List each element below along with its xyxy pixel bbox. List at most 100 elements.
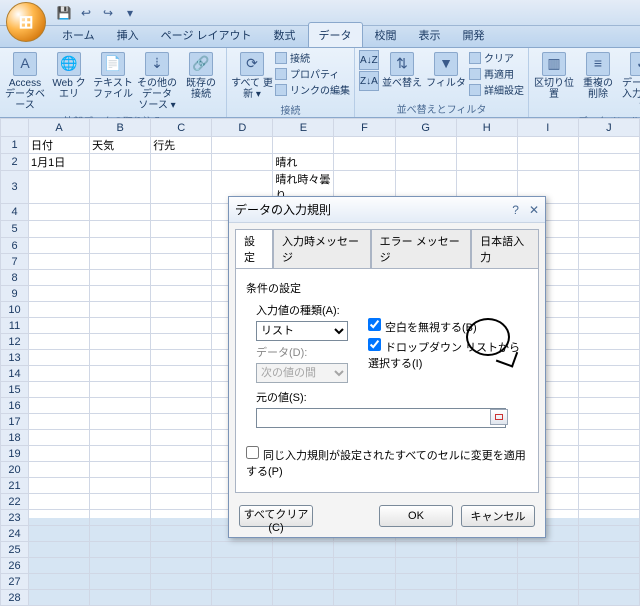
cell[interactable] — [90, 204, 151, 221]
cell[interactable] — [90, 302, 151, 318]
dlg-tab-input-message[interactable]: 入力時メッセージ — [273, 229, 371, 268]
cell[interactable] — [90, 462, 151, 478]
column-header[interactable]: D — [212, 119, 273, 137]
cell[interactable] — [29, 286, 90, 302]
cell[interactable] — [212, 590, 273, 606]
help-icon[interactable]: ? — [512, 203, 519, 217]
cell[interactable] — [578, 526, 639, 542]
cell[interactable] — [151, 430, 212, 446]
cell[interactable] — [395, 542, 456, 558]
cell[interactable] — [29, 270, 90, 286]
dlg-tab-error-alert[interactable]: エラー メッセージ — [371, 229, 471, 268]
cell[interactable] — [90, 254, 151, 270]
row-header[interactable]: 6 — [1, 238, 29, 254]
cell[interactable] — [578, 590, 639, 606]
cell[interactable] — [578, 414, 639, 430]
existing-connections-button[interactable]: 🔗既存の 接続 — [180, 50, 222, 102]
cell[interactable]: 1月1日 — [29, 154, 90, 171]
row-header[interactable]: 12 — [1, 334, 29, 350]
cell[interactable] — [517, 574, 578, 590]
data-validation-button[interactable]: ✓データの 入力規則 ▾ — [621, 50, 640, 113]
cell[interactable] — [151, 204, 212, 221]
cell[interactable] — [578, 574, 639, 590]
row-header[interactable]: 9 — [1, 286, 29, 302]
cell[interactable] — [29, 382, 90, 398]
cell[interactable] — [517, 154, 578, 171]
cell[interactable] — [29, 366, 90, 382]
cell[interactable] — [90, 350, 151, 366]
cell[interactable] — [578, 382, 639, 398]
cancel-button[interactable]: キャンセル — [461, 505, 535, 527]
row-header[interactable]: 27 — [1, 574, 29, 590]
column-header[interactable]: A — [29, 119, 90, 137]
row-header[interactable]: 19 — [1, 446, 29, 462]
column-header[interactable]: I — [517, 119, 578, 137]
from-access-button[interactable]: AAccess データベース — [4, 50, 46, 113]
cell[interactable] — [90, 154, 151, 171]
cell[interactable] — [456, 137, 517, 154]
filter-button[interactable]: ▼フィルタ — [425, 50, 467, 91]
cell[interactable] — [151, 302, 212, 318]
cell[interactable] — [151, 350, 212, 366]
cell[interactable] — [90, 318, 151, 334]
cell[interactable]: 日付 — [29, 137, 90, 154]
tab-pagelayout[interactable]: ページ レイアウト — [151, 23, 262, 47]
row-header[interactable]: 17 — [1, 414, 29, 430]
cell[interactable] — [212, 558, 273, 574]
cell[interactable] — [151, 542, 212, 558]
column-header[interactable]: E — [273, 119, 334, 137]
row-header[interactable]: 15 — [1, 382, 29, 398]
close-icon[interactable]: ✕ — [529, 203, 539, 217]
refresh-all-button[interactable]: ⟳すべて 更新 ▾ — [231, 50, 273, 102]
text-to-columns-button[interactable]: ▥区切り位置 — [533, 50, 575, 102]
row-header[interactable]: 10 — [1, 302, 29, 318]
cell[interactable] — [151, 574, 212, 590]
cell[interactable] — [456, 154, 517, 171]
cell[interactable] — [151, 334, 212, 350]
row-header[interactable]: 5 — [1, 221, 29, 238]
cell[interactable] — [212, 137, 273, 154]
sort-button[interactable]: ⇅並べ替え — [381, 50, 423, 91]
cell[interactable] — [29, 526, 90, 542]
cell[interactable] — [151, 171, 212, 204]
cell[interactable] — [29, 462, 90, 478]
allow-select[interactable]: リスト — [256, 321, 348, 341]
cell[interactable] — [151, 398, 212, 414]
cell[interactable] — [29, 574, 90, 590]
cell[interactable] — [578, 350, 639, 366]
row-header[interactable]: 8 — [1, 270, 29, 286]
cell[interactable] — [90, 430, 151, 446]
cell[interactable] — [212, 574, 273, 590]
cell[interactable] — [578, 542, 639, 558]
cell[interactable] — [395, 574, 456, 590]
cell[interactable] — [90, 590, 151, 606]
cell[interactable] — [578, 302, 639, 318]
cell[interactable]: 晴れ — [273, 154, 334, 171]
clear-all-button[interactable]: すべてクリア(C) — [239, 505, 313, 527]
ok-button[interactable]: OK — [379, 505, 453, 527]
column-header[interactable]: J — [578, 119, 639, 137]
row-header[interactable]: 1 — [1, 137, 29, 154]
cell[interactable] — [578, 154, 639, 171]
reapply-filter[interactable]: 再適用 — [469, 66, 524, 81]
cell[interactable] — [29, 478, 90, 494]
row-header[interactable]: 14 — [1, 366, 29, 382]
save-icon[interactable]: 💾 — [56, 5, 72, 21]
cell[interactable] — [334, 542, 395, 558]
cell[interactable] — [273, 590, 334, 606]
cell[interactable] — [90, 171, 151, 204]
sort-desc-button[interactable]: Z↓A — [359, 71, 379, 91]
cell[interactable] — [578, 221, 639, 238]
cell[interactable] — [29, 221, 90, 238]
cell[interactable] — [334, 558, 395, 574]
column-header[interactable]: F — [334, 119, 395, 137]
cell[interactable] — [29, 414, 90, 430]
cell[interactable] — [456, 558, 517, 574]
cell[interactable] — [273, 542, 334, 558]
cell[interactable] — [578, 494, 639, 510]
cell[interactable] — [90, 558, 151, 574]
cell[interactable] — [151, 446, 212, 462]
ignore-blank-checkbox[interactable]: 空白を無視する(B) — [368, 322, 477, 334]
cell[interactable] — [29, 171, 90, 204]
cell[interactable] — [90, 398, 151, 414]
